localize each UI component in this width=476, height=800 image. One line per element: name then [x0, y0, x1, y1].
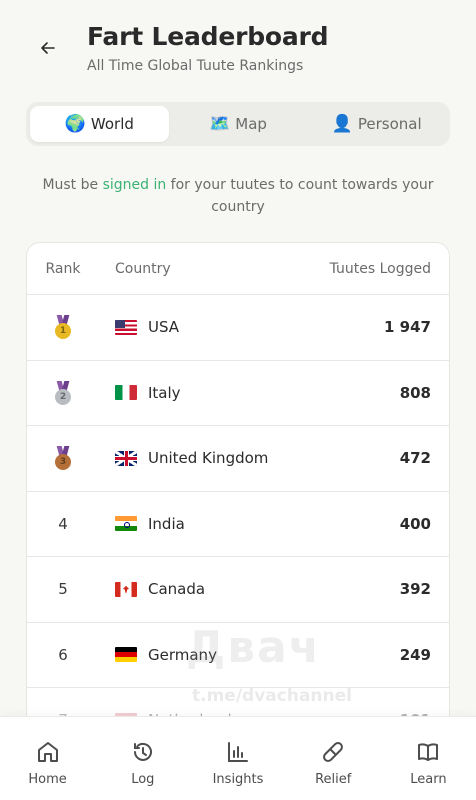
- notice-prefix: Must be: [42, 177, 103, 193]
- table-row: 3 United Kingdom 472: [27, 426, 449, 492]
- watermark-sub: t.me/dvachannel: [192, 686, 352, 706]
- rank-header: Rank: [45, 260, 81, 277]
- nav-relief[interactable]: Relief: [286, 717, 381, 800]
- gold-medal-icon: 1: [54, 315, 72, 340]
- rank-cell: 6: [58, 645, 68, 664]
- home-icon: [37, 742, 58, 762]
- country-name: Italy: [148, 383, 181, 402]
- count-cell: 392: [399, 580, 431, 599]
- arrow-left-icon: [41, 42, 55, 54]
- nav-label: Learn: [410, 772, 447, 787]
- silver-medal-icon: 2: [54, 380, 72, 405]
- flag-canada-icon: [115, 581, 137, 597]
- page-title: Fart Leaderboard: [87, 22, 329, 51]
- table-row: 5 Canada 392: [27, 557, 449, 623]
- count-cell: 1 947: [384, 318, 431, 337]
- nav-insights[interactable]: Insights: [190, 717, 285, 800]
- nav-learn[interactable]: Learn: [381, 717, 476, 800]
- bronze-medal-icon: 3: [54, 446, 72, 471]
- table-header: Rank Country Tuutes Logged: [27, 243, 449, 295]
- rank-cell: 5: [58, 580, 68, 599]
- flag-usa-icon: [115, 319, 137, 335]
- country-name: Canada: [148, 580, 206, 599]
- tab-label: Personal: [357, 115, 422, 133]
- bar-chart-icon: [228, 742, 248, 762]
- globe-icon: 🌍: [64, 114, 86, 134]
- flag-germany-icon: [115, 647, 137, 663]
- country-name: United Kingdom: [148, 449, 269, 468]
- rank-cell: 2: [27, 380, 99, 405]
- table-row: 4 India 400: [27, 492, 449, 557]
- leaderboard-table: Rank Country Tuutes Logged 1 USA 1 947 2 Ita…: [26, 242, 450, 762]
- nav-label: Home: [28, 772, 67, 787]
- country-name: India: [148, 514, 185, 533]
- header: Fart Leaderboard All Time Global Tuute R…: [0, 0, 476, 100]
- country-header: Country: [115, 260, 171, 277]
- rank-cell: 3: [27, 446, 99, 471]
- count-header: Tuutes Logged: [329, 260, 431, 277]
- country-cell: Canada: [99, 580, 309, 598]
- nav-label: Relief: [315, 772, 352, 787]
- history-icon: [133, 742, 152, 761]
- flag-uk-icon: [115, 450, 137, 466]
- person-icon: 👤: [331, 114, 353, 134]
- sign-in-link[interactable]: signed in: [103, 177, 167, 193]
- tab-personal[interactable]: 👤 Personal: [307, 106, 446, 142]
- notice-suffix: for your tuutes to count towards your co…: [166, 177, 434, 215]
- flag-italy-icon: [115, 385, 137, 401]
- nav-label: Insights: [212, 772, 264, 787]
- watermark-text: Двач: [186, 622, 321, 673]
- count-cell: 400: [399, 514, 431, 533]
- table-row: 1 USA 1 947: [27, 295, 449, 361]
- nav-label: Log: [131, 772, 155, 787]
- view-tabs: 🌍 World 🗺️ Map 👤 Personal: [26, 102, 450, 146]
- country-cell: USA: [99, 318, 309, 336]
- count-cell: 808: [399, 383, 431, 402]
- country-cell: United Kingdom: [99, 449, 309, 467]
- page-subtitle: All Time Global Tuute Rankings: [87, 58, 304, 74]
- sign-in-notice: Must be signed in for your tuutes to cou…: [40, 174, 436, 218]
- back-button[interactable]: [34, 34, 62, 62]
- tab-map[interactable]: 🗺️ Map: [169, 106, 308, 142]
- flag-india-icon: [115, 516, 137, 532]
- tab-label: World: [90, 115, 134, 133]
- nav-log[interactable]: Log: [95, 717, 190, 800]
- book-icon: [418, 743, 439, 761]
- tab-label: Map: [235, 115, 267, 133]
- nav-home[interactable]: Home: [0, 717, 95, 800]
- tab-world[interactable]: 🌍 World: [30, 106, 169, 142]
- country-name: USA: [148, 318, 180, 337]
- count-cell: 249: [399, 645, 431, 664]
- country-cell: Italy: [99, 384, 309, 402]
- pill-icon: [323, 742, 344, 762]
- bottom-nav: Home Log Insights Relief Learn: [0, 716, 476, 800]
- rank-cell: 4: [58, 514, 68, 533]
- table-row: 2 Italy 808: [27, 361, 449, 426]
- map-icon: 🗺️: [209, 114, 231, 134]
- rank-cell: 1: [27, 315, 99, 340]
- count-cell: 472: [399, 449, 431, 468]
- country-cell: India: [99, 515, 309, 533]
